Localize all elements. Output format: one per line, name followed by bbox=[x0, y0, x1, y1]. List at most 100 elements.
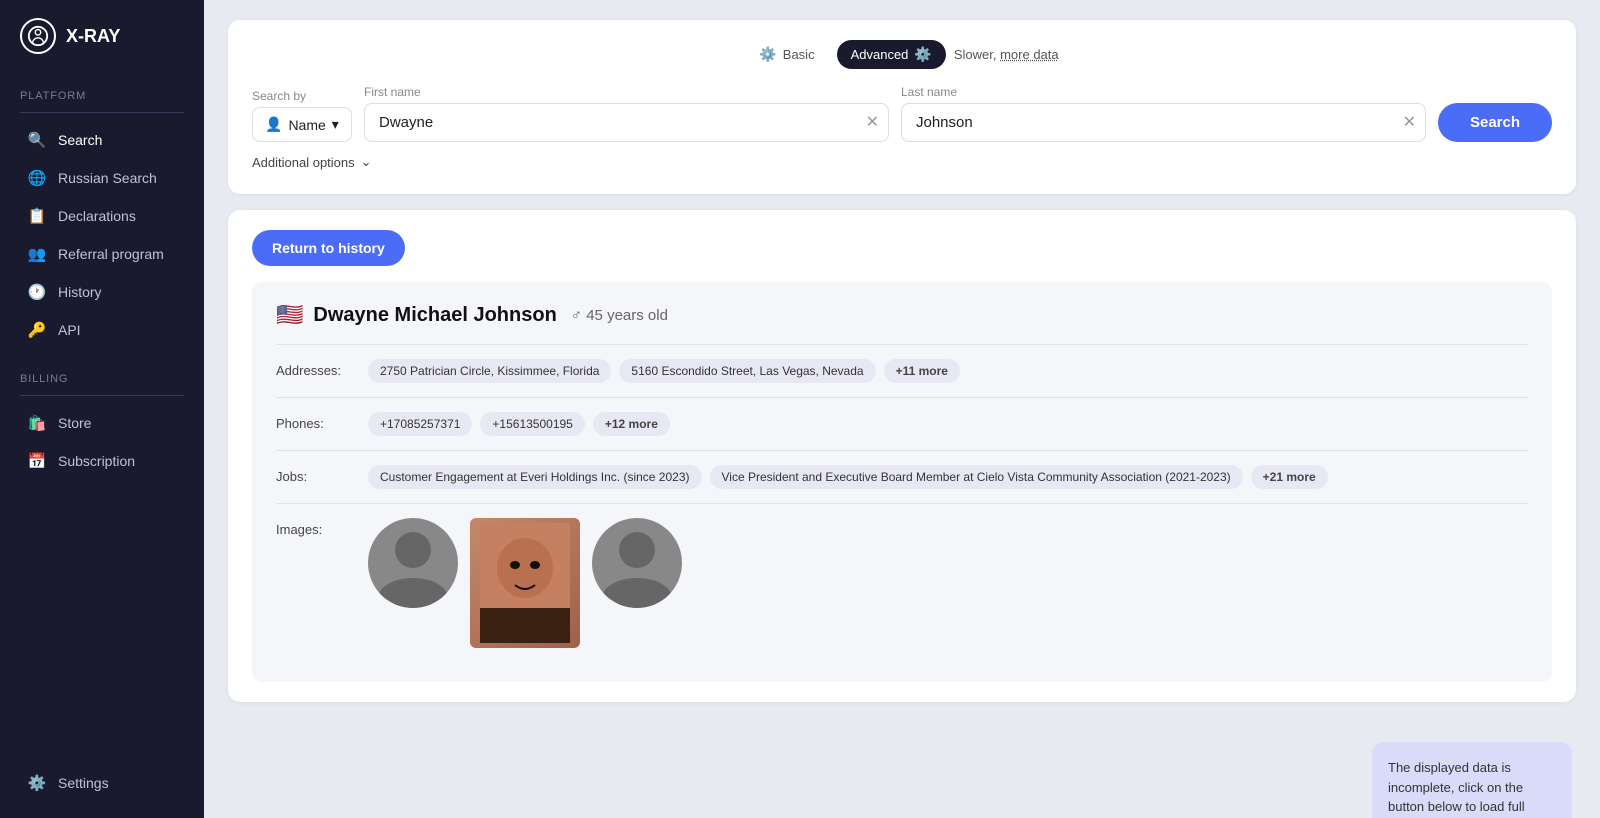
advanced-mode-label: Advanced bbox=[851, 47, 909, 62]
sidebar-item-search[interactable]: 🔍 Search bbox=[8, 121, 196, 159]
billing-divider bbox=[20, 395, 184, 396]
address-tag-0: 2750 Patrician Circle, Kissimmee, Florid… bbox=[368, 359, 611, 383]
basic-mode-button[interactable]: ⚙️ Basic bbox=[745, 40, 828, 69]
results-card: Return to history 🇺🇸 Dwayne Michael John… bbox=[228, 210, 1576, 702]
addresses-tags: 2750 Patrician Circle, Kissimmee, Florid… bbox=[368, 359, 960, 383]
billing-section-label: Billing bbox=[0, 365, 204, 391]
russian-search-icon: 🌐 bbox=[28, 169, 46, 187]
advanced-mode-icon: ⚙️ bbox=[914, 46, 931, 63]
first-name-clear-button[interactable]: ✕ bbox=[866, 115, 879, 131]
last-name-group: Last name ✕ bbox=[901, 85, 1426, 142]
profile-photo bbox=[470, 518, 580, 648]
last-name-label: Last name bbox=[901, 85, 1426, 99]
advanced-mode-button[interactable]: Advanced ⚙️ bbox=[837, 40, 946, 69]
platform-section-label: Platform bbox=[0, 82, 204, 108]
last-name-input[interactable] bbox=[901, 103, 1426, 142]
sidebar-item-russian-search[interactable]: 🌐 Russian Search bbox=[8, 159, 196, 197]
declarations-icon: 📋 bbox=[28, 207, 46, 225]
sidebar-item-referral[interactable]: 👥 Referral program bbox=[8, 235, 196, 273]
avatar-placeholder-2 bbox=[592, 518, 682, 648]
main-content: ⚙️ Basic Advanced ⚙️ Slower, more data S… bbox=[204, 0, 1600, 818]
api-icon: 🔑 bbox=[28, 321, 46, 339]
logo-icon bbox=[20, 18, 56, 54]
jobs-label: Jobs: bbox=[276, 465, 356, 484]
search-by-label: Search by bbox=[252, 89, 352, 103]
sidebar-item-declarations[interactable]: 📋 Declarations bbox=[8, 197, 196, 235]
basic-mode-icon: ⚙️ bbox=[759, 46, 776, 63]
sidebar-item-russian-search-label: Russian Search bbox=[58, 170, 157, 186]
age: 45 years old bbox=[586, 307, 668, 324]
chevron-down-icon: ⌄ bbox=[361, 154, 372, 170]
country-flag: 🇺🇸 bbox=[276, 302, 303, 328]
search-mode-row: ⚙️ Basic Advanced ⚙️ Slower, more data bbox=[252, 40, 1552, 69]
phones-row: Phones: +17085257371 +15613500195 +12 mo… bbox=[276, 397, 1528, 450]
job-tag-0: Customer Engagement at Everi Holdings In… bbox=[368, 465, 702, 489]
sidebar-item-history-label: History bbox=[58, 284, 102, 300]
sidebar-item-settings-label: Settings bbox=[58, 775, 109, 791]
search-icon: 🔍 bbox=[28, 131, 46, 149]
logo-text: X-RAY bbox=[66, 26, 120, 47]
search-fields-row: Search by 👤 Name ▾ First name ✕ Last nam… bbox=[252, 85, 1552, 142]
jobs-row: Jobs: Customer Engagement at Everi Holdi… bbox=[276, 450, 1528, 503]
search-card: ⚙️ Basic Advanced ⚙️ Slower, more data S… bbox=[228, 20, 1576, 194]
sidebar-item-api-label: API bbox=[58, 322, 81, 338]
logo: X-RAY bbox=[0, 0, 204, 78]
sidebar-item-history[interactable]: 🕐 History bbox=[8, 273, 196, 311]
store-icon: 🛍️ bbox=[28, 414, 46, 432]
profile-result: 🇺🇸 Dwayne Michael Johnson ♂ 45 years old… bbox=[252, 282, 1552, 682]
subscription-icon: 📅 bbox=[28, 452, 46, 470]
tooltip-box: The displayed data is incomplete, click … bbox=[1372, 742, 1572, 818]
tooltip-text: The displayed data is incomplete, click … bbox=[1388, 758, 1556, 818]
phone-tag-1: +15613500195 bbox=[480, 412, 584, 436]
first-name-label: First name bbox=[364, 85, 889, 99]
search-button[interactable]: Search bbox=[1438, 103, 1552, 142]
phones-tags: +17085257371 +15613500195 +12 more bbox=[368, 412, 670, 436]
search-by-select[interactable]: 👤 Name ▾ bbox=[252, 107, 352, 142]
sidebar-item-search-label: Search bbox=[58, 132, 102, 148]
slower-text: Slower, more data bbox=[954, 47, 1059, 62]
images-grid bbox=[368, 518, 682, 648]
referral-icon: 👥 bbox=[28, 245, 46, 263]
gender-age: ♂ 45 years old bbox=[571, 307, 668, 324]
phones-label: Phones: bbox=[276, 412, 356, 431]
history-icon: 🕐 bbox=[28, 283, 46, 301]
platform-divider bbox=[20, 112, 184, 113]
sidebar-item-declarations-label: Declarations bbox=[58, 208, 136, 224]
person-icon: 👤 bbox=[265, 116, 282, 133]
addresses-row: Addresses: 2750 Patrician Circle, Kissim… bbox=[276, 344, 1528, 397]
jobs-tags: Customer Engagement at Everi Holdings In… bbox=[368, 465, 1328, 489]
sidebar-item-store-label: Store bbox=[58, 415, 91, 431]
phone-tag-0: +17085257371 bbox=[368, 412, 472, 436]
first-name-input[interactable] bbox=[364, 103, 889, 142]
results-wrapper: 🇺🇸 Dwayne Michael Johnson ♂ 45 years old… bbox=[252, 282, 1552, 682]
avatar-placeholder-1 bbox=[368, 518, 458, 648]
search-by-value: Name bbox=[288, 117, 325, 133]
images-label: Images: bbox=[276, 518, 356, 537]
additional-options[interactable]: Additional options ⌄ bbox=[252, 154, 1552, 170]
settings-icon: ⚙️ bbox=[28, 774, 46, 792]
search-by-group: Search by 👤 Name ▾ bbox=[252, 89, 352, 142]
sidebar-item-api[interactable]: 🔑 API bbox=[8, 311, 196, 349]
job-tag-1: Vice President and Executive Board Membe… bbox=[710, 465, 1243, 489]
sidebar-item-store[interactable]: 🛍️ Store bbox=[8, 404, 196, 442]
chevron-down-icon: ▾ bbox=[332, 116, 339, 133]
basic-mode-label: Basic bbox=[783, 47, 815, 62]
sidebar-item-referral-label: Referral program bbox=[58, 246, 164, 262]
sidebar-bottom: ⚙️ Settings bbox=[0, 764, 204, 802]
images-row: Images: bbox=[276, 503, 1528, 662]
return-to-history-button[interactable]: Return to history bbox=[252, 230, 405, 266]
last-name-clear-button[interactable]: ✕ bbox=[1403, 115, 1416, 131]
addresses-label: Addresses: bbox=[276, 359, 356, 378]
profile-header: 🇺🇸 Dwayne Michael Johnson ♂ 45 years old bbox=[276, 302, 1528, 328]
sidebar-item-settings[interactable]: ⚙️ Settings bbox=[8, 764, 196, 802]
sidebar-item-subscription[interactable]: 📅 Subscription bbox=[8, 442, 196, 480]
phones-more-tag: +12 more bbox=[593, 412, 670, 436]
additional-options-label: Additional options bbox=[252, 155, 355, 170]
address-tag-1: 5160 Escondido Street, Las Vegas, Nevada bbox=[619, 359, 875, 383]
profile-name: Dwayne Michael Johnson bbox=[313, 304, 556, 327]
first-name-group: First name ✕ bbox=[364, 85, 889, 142]
sidebar-item-subscription-label: Subscription bbox=[58, 453, 135, 469]
gender-icon: ♂ bbox=[571, 307, 582, 324]
sidebar: X-RAY Platform 🔍 Search 🌐 Russian Search… bbox=[0, 0, 204, 818]
jobs-more-tag: +21 more bbox=[1251, 465, 1328, 489]
